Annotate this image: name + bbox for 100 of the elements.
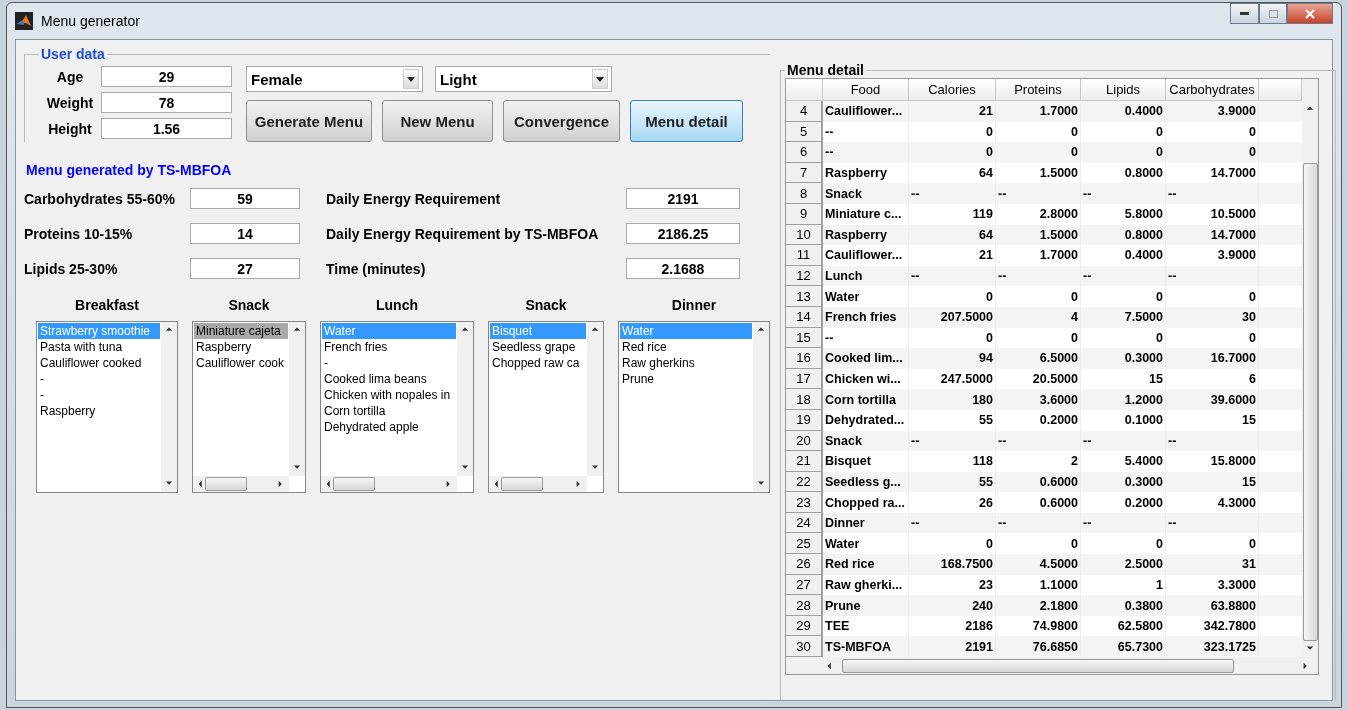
column-header[interactable]: Lipids	[1081, 79, 1166, 101]
list-item[interactable]: -	[38, 387, 160, 403]
list-item[interactable]: Raw gherkins	[620, 355, 752, 371]
table-cell	[1259, 471, 1302, 493]
scroll-left-icon[interactable]	[325, 480, 333, 488]
scrollbar[interactable]	[587, 322, 603, 476]
dropdown[interactable]: Female	[246, 66, 423, 92]
row-number: 28	[786, 595, 823, 616]
dropdown-arrow-button[interactable]	[592, 69, 608, 89]
maximize-icon	[1268, 9, 1278, 18]
table-cell: 180	[909, 389, 996, 410]
scroll-up-icon[interactable]	[591, 326, 599, 334]
meal-list[interactable]: Water Red rice Raw gherkins Prune	[618, 321, 770, 493]
table-cell: Lunch	[823, 265, 909, 287]
list-item[interactable]: Raspberry	[194, 339, 288, 355]
table-cell	[1259, 554, 1302, 575]
list-item[interactable]: Dehydrated apple	[322, 419, 456, 435]
scrollbar[interactable]	[786, 657, 1318, 675]
dropdown[interactable]: Light	[435, 66, 612, 92]
table-cell: 1.7000	[996, 101, 1081, 122]
action-button[interactable]: Menu detail	[630, 100, 743, 142]
list-item[interactable]: Chicken with nopales in	[322, 387, 456, 403]
column-header[interactable]: Carbohydrates	[1166, 79, 1259, 101]
scroll-left-icon[interactable]	[493, 480, 501, 488]
minimize-button[interactable]	[1230, 3, 1259, 24]
table-cell: Seedless g...	[823, 471, 909, 493]
scroll-up-icon[interactable]	[1306, 105, 1314, 113]
action-button[interactable]: New Menu	[382, 100, 493, 142]
scroll-up-icon[interactable]	[165, 326, 173, 334]
table-cell: TS-MBFOA	[823, 636, 909, 658]
list-item[interactable]: French fries	[322, 339, 456, 355]
meal-list[interactable]: Strawberry smoothie Pasta with tuna Cauliflower cooked - - Raspberry	[36, 321, 178, 493]
table-cell: 76.6850	[996, 636, 1081, 658]
scrollbar[interactable]	[1302, 79, 1318, 658]
scrollbar-thumb[interactable]	[1302, 163, 1318, 642]
scroll-left-icon[interactable]	[197, 480, 205, 488]
maximize-button[interactable]	[1259, 3, 1287, 24]
scrollbar-thumb[interactable]	[842, 658, 1234, 673]
scrollbar-thumb[interactable]	[501, 477, 543, 491]
row-number: 27	[786, 574, 823, 596]
column-header[interactable]: Food	[823, 79, 909, 101]
caret-icon	[407, 76, 415, 82]
row-number: 14	[786, 306, 823, 328]
scrollbar[interactable]	[289, 322, 305, 476]
meal-title: Dinner	[671, 297, 717, 313]
list-item[interactable]: Miniature cajeta	[194, 323, 288, 339]
list-item[interactable]: Raspberry	[38, 403, 160, 419]
scroll-up-icon[interactable]	[757, 326, 765, 334]
scrollbar[interactable]	[321, 476, 457, 492]
list-item[interactable]: Seedless grape	[490, 339, 586, 355]
list-item[interactable]: Red rice	[620, 339, 752, 355]
scrollbar[interactable]	[193, 476, 289, 492]
column-header[interactable]: Proteins	[996, 79, 1081, 101]
table-cell	[1259, 430, 1302, 452]
column-header[interactable]: Calories	[909, 79, 996, 101]
scrollbar[interactable]	[753, 322, 769, 492]
action-button[interactable]: Generate Menu	[246, 100, 372, 142]
list-item[interactable]: Prune	[620, 371, 752, 387]
list-item[interactable]: Chopped raw ca	[490, 355, 586, 371]
list-item[interactable]: -	[322, 355, 456, 371]
table-cell: --	[823, 121, 909, 143]
scrollbar[interactable]	[161, 322, 177, 492]
table-cell: French fries	[823, 306, 909, 328]
table-cell	[1259, 595, 1302, 616]
table-cell: Cooked lim...	[823, 348, 909, 369]
list-item[interactable]: -	[38, 371, 160, 387]
table-cell: Snack	[823, 183, 909, 204]
output-field: 27	[190, 258, 300, 279]
meal-list[interactable]: Water French fries - Cooked lima beans Chicken with nopales in Corn tortilla Dehydrated apple	[320, 321, 474, 493]
table-cell: --	[823, 327, 909, 349]
table-cell: --	[909, 265, 996, 287]
energy-label: Daily Energy Requirement	[326, 190, 502, 207]
list-item[interactable]: Cauliflower cook	[194, 355, 288, 371]
table-cell: 14.7000	[1166, 224, 1259, 246]
table-cell: 94	[909, 348, 996, 369]
scrollbar-thumb[interactable]	[205, 477, 247, 491]
scrollbar[interactable]	[457, 322, 473, 476]
input-field[interactable]: 78	[101, 92, 232, 113]
row-number: 19	[786, 409, 823, 431]
dropdown-arrow-button[interactable]	[403, 69, 419, 89]
input-field[interactable]: 1.56	[101, 118, 232, 139]
table-cell: 2.5000	[1081, 554, 1166, 575]
table-cell: Dehydrated...	[823, 409, 909, 431]
list-item[interactable]: Corn tortilla	[322, 403, 456, 419]
list-item[interactable]: Pasta with tuna	[38, 339, 160, 355]
close-button[interactable]	[1287, 3, 1333, 24]
input-field[interactable]: 29	[101, 66, 232, 87]
meal-list[interactable]: Bisquet Seedless grape Chopped raw ca	[488, 321, 604, 493]
action-button[interactable]: Convergence	[503, 100, 620, 142]
list-item[interactable]: Cauliflower cooked	[38, 355, 160, 371]
meal-list[interactable]: Miniature cajeta Raspberry Cauliflower cook	[192, 321, 306, 493]
scrollbar[interactable]	[489, 476, 587, 492]
table-cell: Cauliflower...	[823, 245, 909, 266]
scroll-up-icon[interactable]	[293, 326, 301, 334]
scroll-up-icon[interactable]	[461, 326, 469, 334]
scroll-left-icon[interactable]	[826, 661, 834, 670]
output-field: 2191	[626, 188, 740, 209]
list-item[interactable]: Cooked lima beans	[322, 371, 456, 387]
scrollbar-thumb[interactable]	[333, 477, 375, 491]
table-cell: --	[996, 430, 1081, 452]
